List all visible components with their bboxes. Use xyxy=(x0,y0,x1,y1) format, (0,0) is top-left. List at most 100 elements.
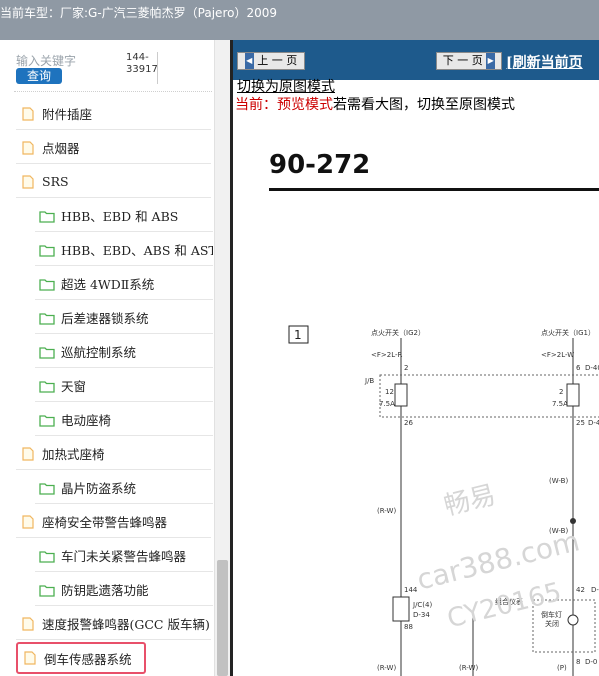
query-button[interactable]: 查询 xyxy=(16,68,62,84)
refresh-page-link[interactable]: [刷新当前页 xyxy=(506,52,583,72)
folder-icon xyxy=(39,244,55,257)
folder-icon xyxy=(39,210,55,223)
refresh-label: 刷新当前页 xyxy=(512,55,583,71)
tree-item[interactable]: 天窗 xyxy=(35,370,213,402)
pin-2: 2 xyxy=(404,364,408,372)
jb-box xyxy=(379,374,599,418)
wire-p-label: (P) xyxy=(557,664,567,672)
wire-2l-r-label: <F>2L-R xyxy=(371,351,403,359)
fuse-12-rating: 7.5A xyxy=(379,400,395,408)
pin-144: 144 xyxy=(404,586,418,594)
tree-item-label: 点烟器 xyxy=(42,141,80,156)
tree-item[interactable]: 速度报警蜂鸣器(GCC 版车辆) xyxy=(16,608,211,640)
tree-item[interactable]: 附件插座 xyxy=(16,98,211,130)
tree-item-label: HBB、EBD、ABS 和 ASTC xyxy=(61,243,213,258)
search-code-field[interactable]: 144- 33917 xyxy=(112,52,158,84)
conn-d5: D-5 xyxy=(591,586,599,594)
switch-original-mode-link[interactable]: 切换为原图模式 xyxy=(237,76,335,96)
ig1-label: 点火开关（IG1） xyxy=(541,328,595,337)
conn-d40: D-40 xyxy=(585,364,599,372)
folder-icon xyxy=(39,278,55,291)
tree-item-label: 防钥匙遗落功能 xyxy=(61,583,149,598)
fuse-2-rating: 7.5A xyxy=(552,400,568,408)
prev-page-button[interactable]: ◀ 上 一 页 xyxy=(237,52,305,70)
fuse-12-number: 12 xyxy=(385,388,394,396)
tree-item-label: 巡航控制系统 xyxy=(61,345,137,360)
jc-box xyxy=(392,596,410,622)
current-mode-text: 当前：预览模式 xyxy=(235,97,333,113)
next-page-button[interactable]: 下 一 页 ▶ xyxy=(436,52,502,70)
reverse-lamp-label: 倒车灯 xyxy=(541,610,562,619)
tree-item-label: 座椅安全带警告蜂鸣器 xyxy=(42,515,168,530)
folder-icon xyxy=(39,380,55,393)
folder-icon xyxy=(39,584,55,597)
conn-d4x: D-4 xyxy=(588,419,599,427)
pin-8: 8 xyxy=(576,658,580,666)
search-input[interactable]: 输入关键字 xyxy=(16,52,76,69)
tree-item-label: 后差速器锁系统 xyxy=(61,311,149,326)
wire-wb-label-1: (W-B) xyxy=(549,477,568,485)
search-area: 输入关键字 查询 144- 33917 xyxy=(16,52,216,92)
watermark-text-1: 畅易 xyxy=(441,480,499,522)
pin-26: 26 xyxy=(404,419,413,427)
folder-icon xyxy=(39,482,55,495)
tree-item[interactable]: 电动座椅 xyxy=(35,404,213,436)
pin-88: 88 xyxy=(404,623,413,631)
tree-item-label: 天窗 xyxy=(61,379,87,394)
left-arrow-icon: ◀ xyxy=(244,53,254,69)
tree-item[interactable]: 倒车传感器系统 xyxy=(16,642,146,674)
document-icon xyxy=(22,106,34,121)
page-nav-bar: ◀ 上 一 页 下 一 页 ▶ [刷新当前页 xyxy=(230,40,599,80)
tree-item[interactable]: 车门未关紧警告蜂鸣器 xyxy=(35,540,213,572)
tree-item[interactable]: HBB、EBD、ABS 和 ASTC xyxy=(35,234,213,266)
tree-item[interactable]: 座椅安全带警告蜂鸣器 xyxy=(16,506,211,538)
next-page-label: 下 一 页 xyxy=(442,54,483,67)
tree-item-label: 电动座椅 xyxy=(61,413,112,428)
pin-42: 42 xyxy=(576,586,585,594)
ig2-label: 点火开关（IG2） xyxy=(371,328,425,337)
frame-number: 1 xyxy=(294,328,302,342)
page-rule xyxy=(269,188,599,191)
prev-page-label: 上 一 页 xyxy=(257,54,298,67)
tree-item[interactable]: 加热式座椅 xyxy=(16,438,211,470)
wiring-diagram: 1 点火开关（IG2） 点火开关（IG1） <F>2L-R <F>2L-W J/… xyxy=(288,325,599,676)
conn-d34: D-34 xyxy=(413,611,430,619)
jc-label: J/C(4) xyxy=(412,601,432,609)
document-icon xyxy=(22,446,34,461)
tree-item[interactable]: 晶片防盗系统 xyxy=(35,472,213,504)
sidebar-scrollbar[interactable] xyxy=(214,40,230,676)
tree-item-label: 超选 4WDⅡ系统 xyxy=(61,277,155,292)
folder-icon xyxy=(39,550,55,563)
wire-rw-label-2: (R-W) xyxy=(377,664,396,672)
reverse-lamp-indicator-icon xyxy=(567,614,579,626)
tree-item[interactable]: 后差速器锁系统 xyxy=(35,302,213,334)
mode-status: 当前：预览模式若需看大图，切换至原图模式 xyxy=(235,94,515,114)
fuse-2-number: 2 xyxy=(559,388,563,396)
tree-item-label: 车门未关紧警告蜂鸣器 xyxy=(61,549,187,564)
tree-item-label: 加热式座椅 xyxy=(42,447,105,462)
document-icon xyxy=(22,514,34,529)
app-title-bar: 当前车型：厂家:G-广汽三菱帕杰罗（Pajero）2009 xyxy=(0,0,599,40)
document-view: 切换为原图模式 当前：预览模式若需看大图，切换至原图模式 90-272 1 点火… xyxy=(230,79,599,676)
tree-item[interactable]: 巡航控制系统 xyxy=(35,336,213,368)
tree-item[interactable]: HBB、EBD 和 ABS xyxy=(35,200,213,232)
main-content: ◀ 上 一 页 下 一 页 ▶ [刷新当前页 切换为原图模式 当前：预览模式若需… xyxy=(230,40,599,676)
jb-label: J/B xyxy=(364,377,374,385)
tree-item[interactable]: 防钥匙遗落功能 xyxy=(35,574,213,606)
tree-item[interactable]: 超选 4WDⅡ系统 xyxy=(35,268,213,300)
tree-item[interactable]: 点烟器 xyxy=(16,132,211,164)
pin-6: 6 xyxy=(576,364,581,372)
current-vehicle-title: 当前车型：厂家:G-广汽三菱帕杰罗（Pajero）2009 xyxy=(0,6,277,20)
document-icon xyxy=(22,616,34,631)
folder-icon xyxy=(39,312,55,325)
scrollbar-thumb[interactable] xyxy=(217,560,228,676)
tree-item[interactable]: SRS xyxy=(16,166,211,198)
conn-d0: D-0 xyxy=(585,658,597,666)
junction-dot xyxy=(570,518,576,524)
folder-icon xyxy=(39,346,55,359)
document-icon xyxy=(24,651,36,665)
wire-2l-w-label: <F>2L-W xyxy=(541,351,574,359)
tree-item-label: 晶片防盗系统 xyxy=(61,481,137,496)
page-number: 90-272 xyxy=(269,150,371,180)
tree-item-label: HBB、EBD 和 ABS xyxy=(61,209,179,224)
